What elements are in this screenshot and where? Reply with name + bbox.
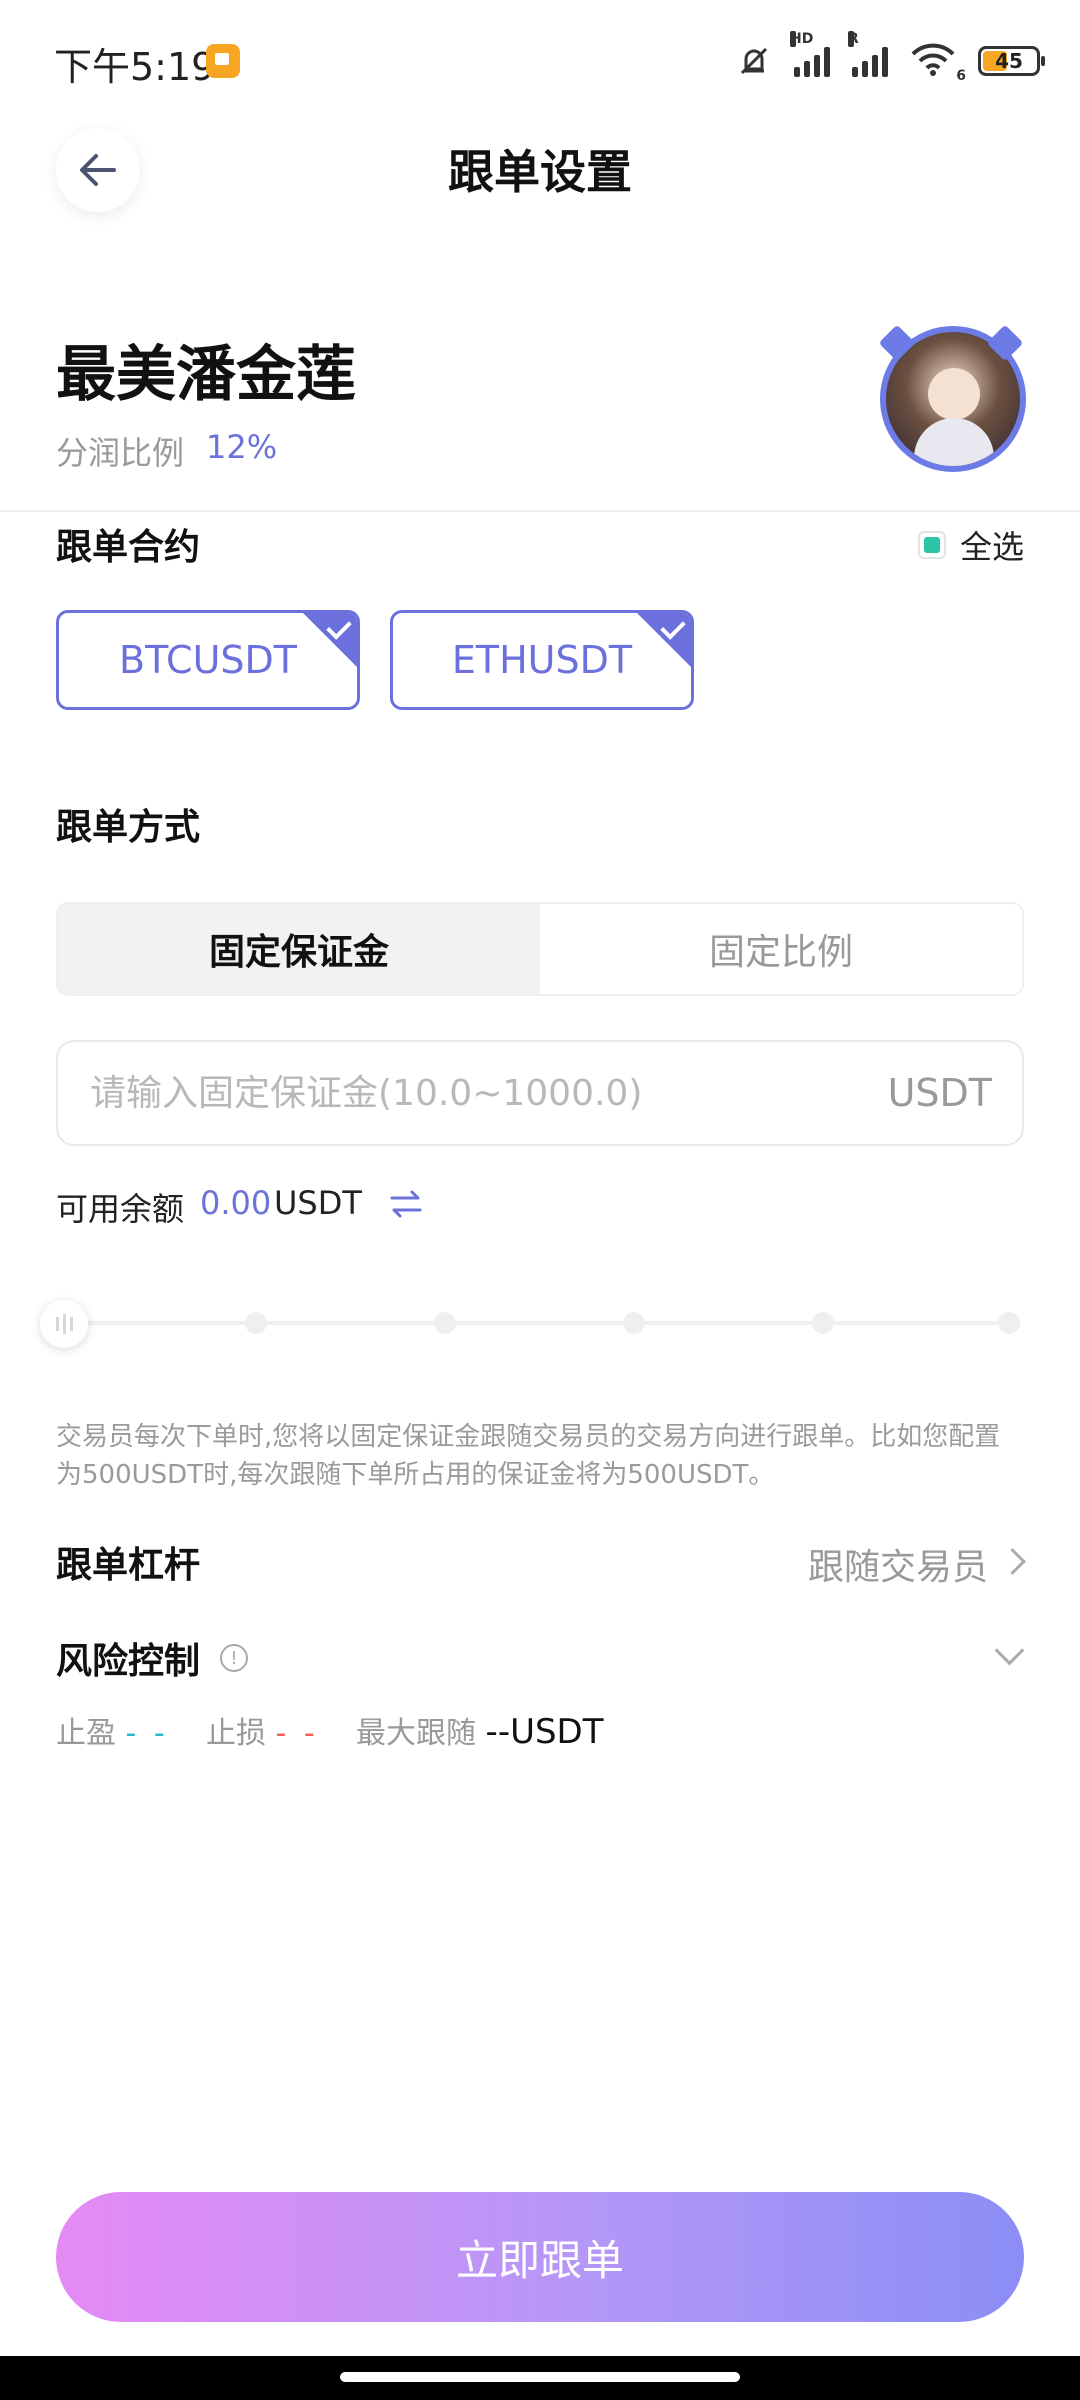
- home-indicator[interactable]: [340, 2372, 740, 2382]
- signal-2-tag: R: [848, 31, 859, 47]
- contract-chip-btcusdt[interactable]: BTCUSDT: [56, 610, 360, 710]
- trader-name: 最美潘金莲: [56, 340, 356, 410]
- mute-bell-icon: [740, 47, 768, 75]
- chevron-right-icon[interactable]: [999, 1548, 1026, 1575]
- contract-chip-label: ETHUSDT: [451, 638, 633, 682]
- select-all-label: 全选: [959, 528, 1024, 566]
- info-icon[interactable]: !: [220, 1644, 248, 1672]
- section-divider: [0, 510, 1080, 512]
- slider-step-dot[interactable]: [245, 1312, 267, 1334]
- take-profit-label: 止盈: [56, 1716, 116, 1751]
- margin-input[interactable]: [88, 1071, 888, 1115]
- leverage-value[interactable]: 跟随交易员: [808, 1538, 988, 1590]
- mode-title: 跟单方式: [56, 807, 201, 848]
- profit-share-label: 分润比例: [56, 434, 185, 472]
- battery-level: 45: [995, 49, 1023, 73]
- contract-chip-ethusdt[interactable]: ETHUSDT: [390, 610, 694, 710]
- margin-input-box: USDT: [56, 1040, 1024, 1146]
- available-balance-value: 0.00: [200, 1184, 272, 1222]
- mode-explanation-note: 交易员每次下单时,您将以固定保证金跟随交易员的交易方向进行跟单。比如您配置为50…: [56, 1422, 1001, 1490]
- cell-signal-2-icon: R: [848, 31, 888, 77]
- slider-handle[interactable]: [40, 1300, 88, 1348]
- battery-icon: 45: [978, 46, 1045, 76]
- slider-step-dot[interactable]: [812, 1312, 834, 1334]
- contract-chip-label: BTCUSDT: [119, 638, 297, 682]
- chevron-down-icon[interactable]: [994, 1635, 1025, 1666]
- risk-control-label: 风险控制: [56, 1641, 201, 1682]
- max-follow-value: --USDT: [485, 1712, 604, 1752]
- take-profit-row: 止盈 - -: [56, 1708, 169, 1752]
- transfer-swap-icon[interactable]: [386, 1184, 426, 1224]
- leverage-label: 跟单杠杆: [56, 1545, 201, 1586]
- stop-loss-value: - -: [275, 1716, 319, 1751]
- amount-slider-track[interactable]: [64, 1321, 1020, 1325]
- follow-now-button[interactable]: 立即跟单: [56, 2192, 1024, 2322]
- slider-step-dot[interactable]: [434, 1312, 456, 1334]
- page-title: 跟单设置: [448, 145, 632, 199]
- stop-loss-label: 止损: [206, 1716, 266, 1751]
- available-balance-label: 可用余额: [56, 1190, 185, 1228]
- tab-fixed-ratio[interactable]: 固定比例: [540, 904, 1022, 994]
- wifi-icon: 6: [910, 42, 966, 84]
- mode-segmented-control: 固定保证金 固定比例: [56, 902, 1024, 996]
- status-icons: HD R 6 45: [736, 31, 1045, 84]
- take-profit-value: - -: [125, 1716, 169, 1751]
- slider-step-dot[interactable]: [998, 1312, 1020, 1334]
- signal-1-tag: HD: [790, 31, 814, 47]
- input-unit: USDT: [887, 1071, 992, 1115]
- select-all-toggle[interactable]: 全选: [917, 522, 1024, 568]
- tab-fixed-margin[interactable]: 固定保证金: [58, 904, 540, 994]
- notification-app-icon: [206, 44, 240, 78]
- max-follow-row: 最大跟随 --USDT: [356, 1708, 604, 1752]
- status-time: 下午5:19: [54, 45, 216, 89]
- slider-step-dot[interactable]: [623, 1312, 645, 1334]
- select-all-checkbox[interactable]: [917, 531, 946, 559]
- wifi-tag: 6: [956, 68, 966, 84]
- profit-share-value: 12%: [206, 428, 278, 466]
- max-follow-label: 最大跟随: [356, 1716, 476, 1751]
- stop-loss-row: 止损 - -: [206, 1708, 319, 1752]
- contracts-title: 跟单合约: [56, 527, 201, 568]
- available-balance-unit: USDT: [274, 1184, 362, 1222]
- cell-signal-1-icon: HD: [790, 31, 830, 77]
